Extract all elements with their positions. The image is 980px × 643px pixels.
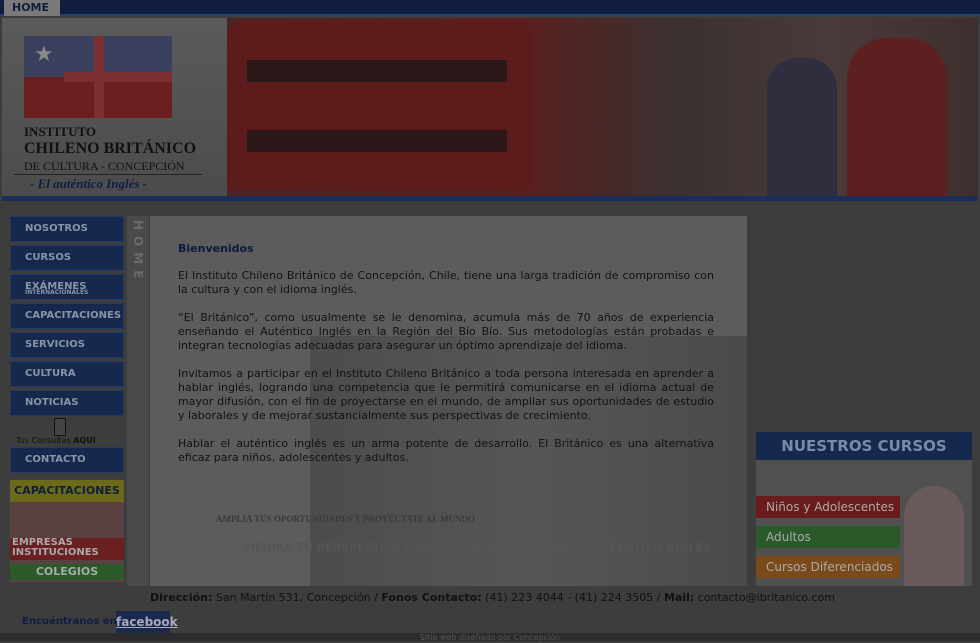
consultas-label: Tus Consultas AQUÍ	[16, 436, 96, 445]
social-row: Encuéntranos en facebook	[22, 611, 178, 633]
nav-item-sublabel: INTERNACIONALES	[25, 289, 89, 296]
institute-name-line2: CHILENO BRITÁNICO	[24, 140, 197, 157]
promo-capacitaciones: CAPACITACIONES	[10, 480, 124, 502]
course-button-ninos[interactable]: Niños y Adolescentes	[756, 496, 900, 518]
intro-paragraph: El Instituto Chileno Británico de Concep…	[178, 269, 714, 296]
course-button-diferenciados[interactable]: Cursos Diferenciados	[756, 556, 900, 578]
intro-paragraph: “El Británico”, como usualmente se le de…	[178, 311, 714, 352]
bottom-credit: Sitio web diseñado por Concepción	[0, 633, 980, 642]
institute-name-line1: INSTITUTO	[24, 124, 97, 139]
intro-paragraph: Invitamos a participar en el Instituto C…	[178, 367, 714, 422]
flag-logo-icon: ★	[24, 36, 172, 118]
nav-item-contacto[interactable]: CONTACTO	[10, 447, 124, 473]
courses-panel: NUESTROS CURSOS Niños y Adolescentes Adu…	[756, 432, 972, 586]
institute-name-line3: DE CULTURA - CONCEPCIÓN	[24, 159, 185, 173]
tagline: - El auténtico Inglés -	[30, 176, 148, 191]
top-bar: HOME	[0, 0, 980, 16]
nav-item-noticias[interactable]: NOTICIAS	[10, 390, 124, 416]
student-image	[767, 58, 837, 196]
logo-area: ★ INSTITUTO CHILENO BRITÁNICO DE CULTURA…	[2, 18, 242, 196]
header-photo	[227, 18, 978, 196]
find-us-label: Encuéntranos en	[22, 616, 117, 627]
child-image	[904, 486, 964, 586]
capacitaciones-promo[interactable]: CAPACITACIONES EMPRESAS INSTITUCIONES COL…	[10, 480, 124, 582]
main-nav: NOSOTROS CURSOS EXÁMENES INTERNACIONALES …	[10, 216, 124, 419]
nav-item-cursos[interactable]: CURSOS	[10, 245, 124, 271]
promo-colegios: COLEGIOS	[10, 564, 124, 580]
courses-header: NUESTROS CURSOS	[756, 432, 972, 460]
footer-contact: Dirección: San Martín 531, Concepción / …	[150, 591, 835, 604]
slogan-1: AMPLÍA TUS OPORTUNIDADES Y PROYÉCTATE AL…	[216, 514, 476, 524]
promo-empresas: EMPRESAS INSTITUCIONES	[10, 538, 124, 560]
header-banner: ★ INSTITUTO CHILENO BRITÁNICO DE CULTURA…	[2, 18, 978, 196]
nav-item-examenes[interactable]: EXÁMENES INTERNACIONALES	[10, 274, 124, 300]
consultas-link[interactable]: Tus Consultas AQUÍ	[10, 418, 124, 446]
intro-paragraph: Hablar el auténtico inglés es un arma po…	[178, 437, 714, 464]
page-title: Bienvenidos	[178, 242, 254, 255]
home-link[interactable]: HOME	[4, 0, 60, 16]
nav-item-capacitaciones[interactable]: CAPACITACIONES	[10, 303, 124, 329]
logo-divider	[14, 174, 202, 175]
main-content: Bienvenidos El Instituto Chileno Británi…	[150, 216, 747, 586]
header-divider	[2, 196, 978, 201]
course-button-adultos[interactable]: Adultos	[756, 526, 900, 548]
bus-image	[227, 20, 532, 190]
nav-item-cultura[interactable]: CULTURA	[10, 361, 124, 387]
nav-item-servicios[interactable]: SERVICIOS	[10, 332, 124, 358]
facebook-button[interactable]: facebook	[116, 611, 178, 633]
nav-item-nosotros[interactable]: NOSOTROS	[10, 216, 124, 242]
student-image	[847, 38, 947, 196]
mail-link[interactable]: contacto@ibritanico.com	[698, 591, 835, 604]
section-vertical-label: HOME	[127, 216, 149, 586]
document-icon	[54, 418, 66, 436]
slogan-2: MEJORA TU PERSPECTIVA Y CAMBIA TU FUTURO…	[244, 541, 712, 554]
